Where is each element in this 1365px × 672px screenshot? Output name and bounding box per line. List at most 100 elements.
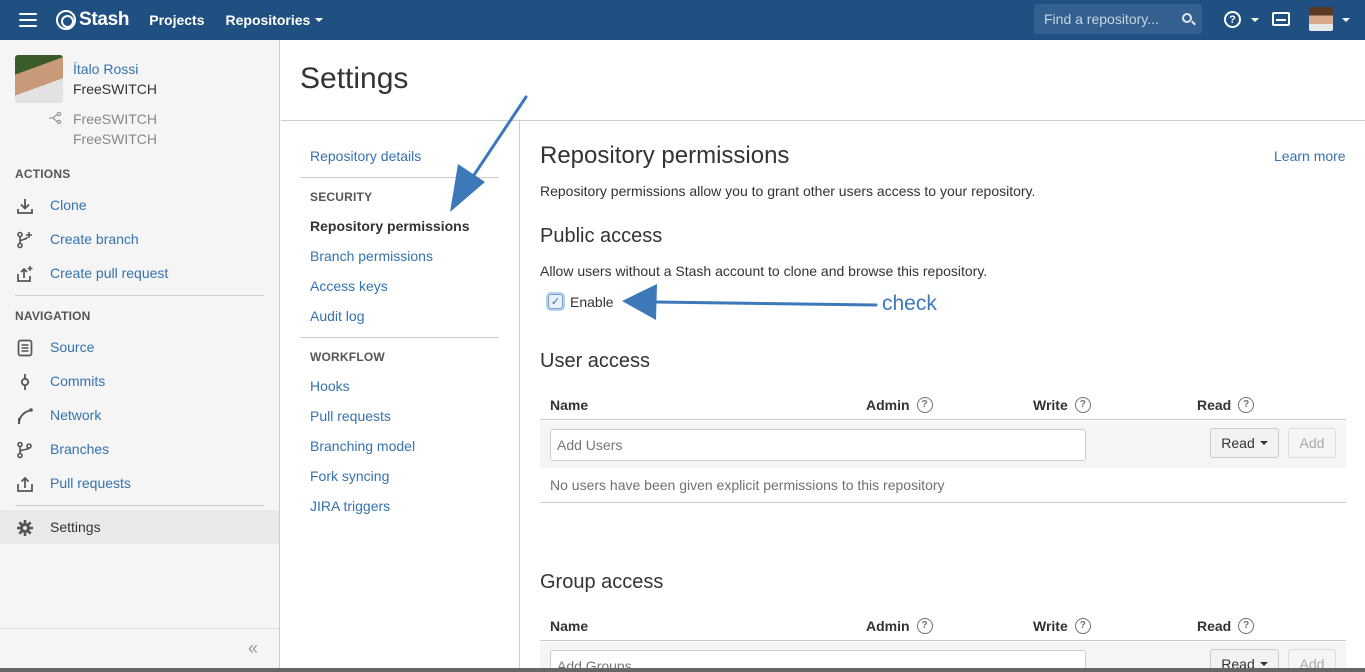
branch-icon <box>17 441 32 459</box>
sidebar-item-create-branch[interactable]: Create branch <box>0 222 279 256</box>
chevron-down-icon <box>1259 662 1268 666</box>
settings-nav-hooks[interactable]: Hooks <box>310 378 350 394</box>
column-label: Read <box>1197 397 1232 413</box>
settings-nav-pull-requests[interactable]: Pull requests <box>310 408 391 424</box>
repository-name: FreeSWITCH <box>73 81 157 97</box>
nav-projects[interactable]: Projects <box>149 12 204 28</box>
sidebar-item-settings[interactable]: Settings <box>0 510 279 544</box>
help-icon[interactable]: ? <box>1238 618 1255 634</box>
sidebar-item-create-pull-request[interactable]: Create pull request <box>0 256 279 290</box>
user-access-title: User access <box>540 350 651 372</box>
help-icon[interactable]: ? <box>1224 11 1241 28</box>
page-title: Settings <box>300 62 409 95</box>
sidebar-item-clone[interactable]: Clone <box>0 188 279 222</box>
sidebar-divider <box>15 295 264 296</box>
document-icon <box>17 339 33 357</box>
column-label: Read <box>1197 618 1232 634</box>
column-label: Name <box>550 397 589 413</box>
user-access-empty-message: No users have been given explicit permis… <box>540 468 1346 503</box>
nav-repositories[interactable]: Repositories <box>226 12 324 28</box>
sidebar-item-label: Commits <box>50 373 106 389</box>
column-admin: Admin? <box>866 618 933 634</box>
sidebar-item-pull-requests[interactable]: Pull requests <box>0 466 279 500</box>
sidebar-item-label: Create branch <box>50 231 139 247</box>
settings-nav-branching-model[interactable]: Branching model <box>310 438 415 454</box>
pull-request-add-icon <box>17 266 33 282</box>
sidebar-item-commits[interactable]: Commits <box>0 364 279 398</box>
sidebar-divider <box>15 505 264 506</box>
settings-nav-audit-log[interactable]: Audit log <box>310 308 364 324</box>
chevron-down-icon <box>1259 441 1268 445</box>
avatar-chevron-down-icon[interactable] <box>1342 18 1350 22</box>
inbox-icon[interactable] <box>1272 12 1290 26</box>
enable-checkbox-label[interactable]: Enable <box>570 294 614 310</box>
learn-more-link[interactable]: Learn more <box>1274 148 1346 164</box>
settings-nav-jira-triggers[interactable]: JIRA triggers <box>310 498 390 514</box>
settings-nav-divider <box>300 337 499 338</box>
fork-origin-project-link[interactable]: FreeSWITCH <box>73 111 157 127</box>
header-divider <box>281 120 1365 121</box>
group-access-title: Group access <box>540 571 664 593</box>
sidebar-item-label: Network <box>50 407 102 423</box>
help-icon[interactable]: ? <box>1074 618 1091 634</box>
sidebar-footer-divider <box>0 628 279 629</box>
hamburger-menu-icon[interactable] <box>19 13 37 27</box>
search-placeholder: Find a repository... <box>1044 11 1159 27</box>
enable-public-access-checkbox[interactable]: ✓ <box>548 294 563 309</box>
help-icon[interactable]: ? <box>916 618 933 634</box>
help-icon[interactable]: ? <box>916 397 933 413</box>
column-name: Name <box>550 397 588 413</box>
help-chevron-down-icon[interactable] <box>1251 18 1259 22</box>
checkmark-icon: ✓ <box>550 296 561 308</box>
select-value: Read <box>1221 435 1255 451</box>
add-user-button[interactable]: Add <box>1288 428 1336 458</box>
sidebar-item-source[interactable]: Source <box>0 330 279 364</box>
user-avatar-menu[interactable] <box>1309 7 1333 31</box>
settings-nav-branch-permissions[interactable]: Branch permissions <box>310 248 433 264</box>
sidebar-item-network[interactable]: Network <box>0 398 279 432</box>
network-icon <box>18 408 33 425</box>
column-label: Name <box>550 618 589 634</box>
settings-nav-repository-details[interactable]: Repository details <box>310 148 421 164</box>
owner-name-link[interactable]: Ítalo Rossi <box>73 61 138 77</box>
annotation-arrow-left <box>622 284 878 320</box>
navigation-heading: NAVIGATION <box>15 309 91 323</box>
input-placeholder: Add Users <box>557 437 623 453</box>
settings-nav-fork-syncing[interactable]: Fork syncing <box>310 468 389 484</box>
column-admin: Admin? <box>866 397 933 413</box>
group-access-table-header: Name Admin? Write? Read? <box>540 611 1346 641</box>
user-permission-select[interactable]: Read <box>1210 428 1279 458</box>
workflow-heading: WORKFLOW <box>310 350 385 364</box>
column-write: Write? <box>1033 397 1091 413</box>
column-read: Read? <box>1197 397 1255 413</box>
sidebar: Ítalo Rossi FreeSWITCH FreeSWITCH FreeSW… <box>0 40 280 672</box>
security-heading: SECURITY <box>310 190 373 204</box>
sidebar-item-label: Clone <box>50 197 87 213</box>
sidebar-item-label: Branches <box>50 441 110 457</box>
settings-nav-access-keys[interactable]: Access keys <box>310 278 388 294</box>
brand-name: Stash <box>79 9 130 30</box>
sidebar-item-label: Pull requests <box>50 475 131 491</box>
collapse-sidebar-icon[interactable]: « <box>248 638 258 659</box>
public-access-title: Public access <box>540 225 663 247</box>
download-icon <box>17 199 33 214</box>
branch-add-icon <box>17 231 32 249</box>
sidebar-item-label: Settings <box>50 519 101 535</box>
settings-nav-repository-permissions[interactable]: Repository permissions <box>310 218 470 234</box>
annotation-arrow-down <box>450 95 528 212</box>
help-icon[interactable]: ? <box>1074 397 1091 413</box>
search-input[interactable]: Find a repository... <box>1034 4 1202 34</box>
help-icon[interactable]: ? <box>1238 397 1255 413</box>
fork-origin-repo-link[interactable]: FreeSWITCH <box>73 131 157 147</box>
stash-logo[interactable]: Stash <box>56 9 130 31</box>
user-access-add-row: Add Users Read Add <box>540 421 1346 468</box>
actions-heading: ACTIONS <box>15 167 71 181</box>
help-glyph: ? <box>1229 13 1236 26</box>
public-access-description: Allow users without a Stash account to c… <box>540 263 988 279</box>
pull-request-icon <box>17 476 33 492</box>
repository-owner-avatar[interactable] <box>15 55 63 103</box>
sidebar-item-branches[interactable]: Branches <box>0 432 279 466</box>
sidebar-item-label: Source <box>50 339 95 355</box>
add-users-input[interactable]: Add Users <box>550 429 1086 461</box>
search-icon[interactable] <box>1182 13 1192 23</box>
